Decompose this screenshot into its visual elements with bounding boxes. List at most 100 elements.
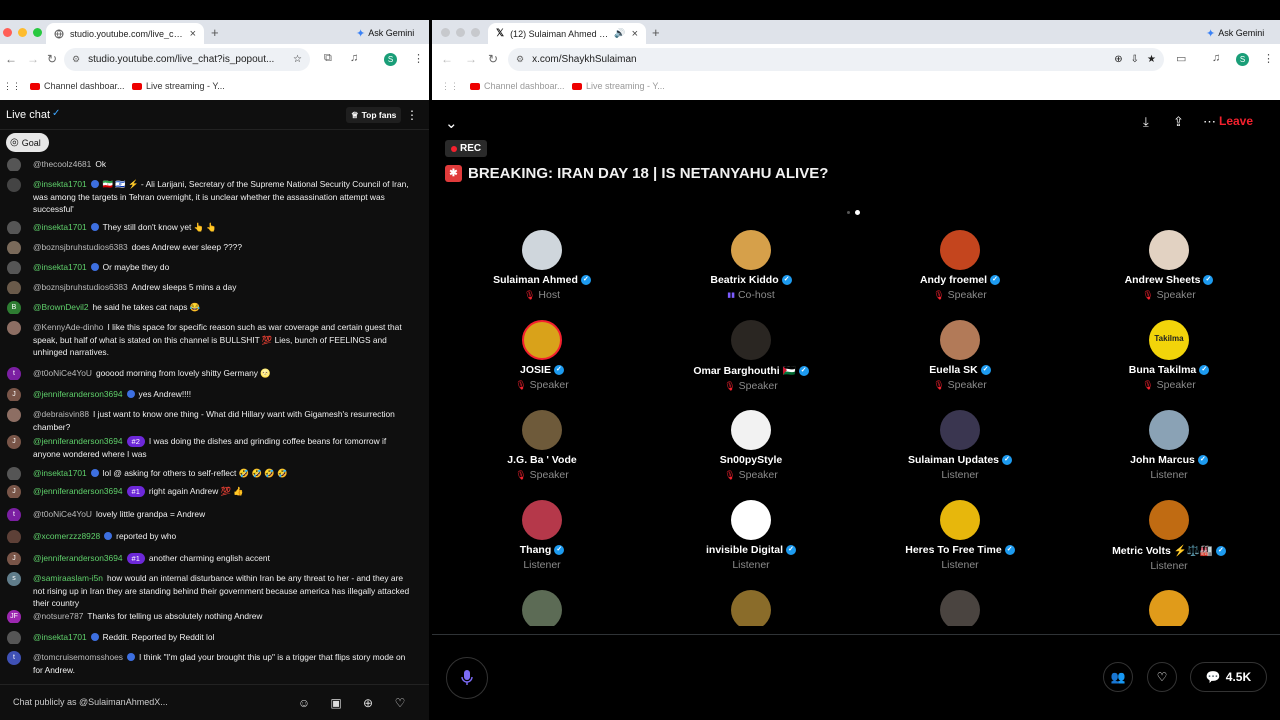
back-icon[interactable]: ← (5, 52, 17, 66)
participant-card[interactable]: Takilma Buna Takilma ✓ 🎙 Speaker (1069, 320, 1269, 391)
reactions-button[interactable]: ♡ (1147, 662, 1177, 692)
avatar[interactable] (940, 410, 980, 450)
zoom-icon[interactable]: ⊕ (1114, 54, 1122, 65)
minimize-window-button[interactable] (18, 28, 27, 37)
close-window-button[interactable] (3, 28, 12, 37)
avatar[interactable] (522, 500, 562, 540)
avatar[interactable] (1149, 590, 1189, 626)
participant-card[interactable]: Andy froemel ✓ 🎙 Speaker (860, 230, 1060, 301)
close-tab-icon[interactable]: × (190, 28, 196, 40)
participant-card[interactable]: Euella SK ✓ 🎙 Speaker (860, 320, 1060, 391)
collapse-chevron-icon[interactable]: ⌄ (445, 114, 458, 132)
chat-message[interactable]: @insekta1701 Or maybe they do (0, 261, 429, 274)
avatar[interactable] (7, 467, 21, 480)
participant-card[interactable]: Metric Volts ⚡⚖️🏭 ✓ Listener (1069, 500, 1269, 572)
tab-youtube-chat[interactable]: studio.youtube.com/live_chat × (46, 23, 204, 44)
message-author[interactable]: @notsure787 (33, 611, 83, 621)
super-chat-icon[interactable]: ▣ (328, 695, 344, 711)
chat-message[interactable]: s @samiraaslam-i5n how would an internal d… (0, 572, 429, 610)
chat-message-list[interactable]: @thecoolz4681 Ok @insekta1701 🇮🇷 🇮🇱 ⚡ - Ali… (0, 158, 429, 678)
chat-message[interactable]: t @tomcruisemomsshoes I think "I'm glad yo… (0, 651, 429, 676)
avatar[interactable]: t (7, 367, 21, 380)
chat-message[interactable]: @KennyAde-dinho I like this space for spe… (0, 321, 429, 359)
heart-icon[interactable]: ♡ (392, 695, 408, 711)
people-button[interactable]: 👥 (1103, 662, 1133, 692)
page-dot-active[interactable] (855, 210, 860, 215)
more-options-icon[interactable]: ⋮ (406, 108, 418, 122)
chat-message[interactable]: B @BrownDevil2 he said he takes cat naps 😂 (0, 301, 429, 314)
chat-message[interactable]: @insekta1701 They still don't know yet 👆 … (0, 221, 429, 234)
avatar[interactable] (522, 230, 562, 270)
avatar[interactable] (522, 410, 562, 450)
more-options-icon[interactable]: ⋯ (1203, 114, 1216, 130)
goal-chip[interactable]: ◎ Goal (6, 133, 49, 152)
chat-message[interactable]: @insekta1701 🇮🇷 🇮🇱 ⚡ - Ali Larijani, Secr… (0, 178, 429, 216)
participant-card[interactable] (1069, 590, 1269, 626)
avatar[interactable]: s (7, 572, 21, 586)
avatar[interactable] (731, 230, 771, 270)
chat-message[interactable]: @thecoolz4681 Ok (0, 158, 429, 171)
message-author[interactable]: @tomcruisemomsshoes (33, 652, 123, 662)
avatar[interactable]: J (7, 552, 21, 565)
message-author[interactable]: @t0oNiCe4YoU (33, 509, 92, 519)
sidebar-icon[interactable]: ▭ (1176, 52, 1186, 65)
message-author[interactable]: @insekta1701 (33, 468, 87, 478)
chat-message[interactable]: t @t0oNiCe4YoU lovely little grandpa = And… (0, 508, 429, 521)
chat-message[interactable]: @boznsjbruhstudios6383 does Andrew ever s… (0, 241, 429, 254)
avatar[interactable]: B (7, 301, 21, 314)
message-author[interactable]: @xcomerzzz8928 (33, 531, 100, 541)
message-author[interactable]: @BrownDevil2 (33, 302, 89, 312)
message-author[interactable]: @insekta1701 (33, 632, 87, 642)
avatar[interactable] (522, 590, 562, 626)
avatar[interactable] (7, 178, 21, 192)
participant-card[interactable] (442, 590, 642, 626)
profile-avatar[interactable]: S (384, 53, 397, 66)
chat-message[interactable]: J @jenniferanderson3694 yes Andrew!!!! (0, 388, 429, 401)
apps-grid-icon[interactable]: ⋮⋮ (3, 81, 21, 92)
avatar[interactable]: J (7, 388, 21, 401)
apps-grid-icon[interactable]: ⋮⋮ (441, 81, 459, 92)
minimize-space-icon[interactable]: ⤓ (1143, 114, 1149, 130)
avatar[interactable] (940, 590, 980, 626)
avatar[interactable] (1149, 230, 1189, 270)
message-author[interactable]: @samiraaslam-i5n (33, 573, 103, 583)
bookmark-star-icon[interactable]: ☆ (293, 54, 302, 65)
message-author[interactable]: @jenniferanderson3694 (33, 436, 123, 446)
avatar[interactable] (522, 320, 562, 360)
avatar[interactable] (940, 230, 980, 270)
bookmark-star-icon[interactable]: ★ (1147, 54, 1156, 65)
avatar[interactable]: J (7, 435, 21, 449)
chat-message[interactable]: @insekta1701 lol @ asking for others to s… (0, 467, 429, 480)
message-author[interactable]: @jenniferanderson3694 (33, 486, 123, 496)
top-fans-button[interactable]: ♕ Top fans (346, 107, 402, 123)
ask-gemini-button[interactable]: ✦ Ask Gemini (356, 25, 414, 41)
chat-message[interactable]: @debraisvin88 I just want to know one thi… (0, 408, 429, 433)
avatar[interactable] (7, 261, 21, 274)
minimize-window-button[interactable] (456, 28, 465, 37)
avatar[interactable] (940, 500, 980, 540)
avatar[interactable] (7, 158, 21, 171)
participant-card[interactable] (860, 590, 1060, 626)
avatar[interactable] (7, 241, 21, 254)
back-icon[interactable]: ← (441, 52, 453, 66)
url-field[interactable]: ⚙ x.com/ShaykhSulaiman ⊕ ⇩ ★ (508, 48, 1164, 71)
install-icon[interactable]: ⇩ (1131, 54, 1139, 65)
message-author[interactable]: @jenniferanderson3694 (33, 389, 123, 399)
chat-message[interactable]: J @jenniferanderson3694 #1 another charming… (0, 552, 429, 565)
chat-message[interactable]: @boznsjbruhstudios6383 Andrew sleeps 5 mi… (0, 281, 429, 294)
avatar[interactable] (7, 221, 21, 234)
reload-icon[interactable]: ↻ (488, 52, 498, 66)
message-author[interactable]: @thecoolz4681 (33, 159, 91, 169)
page-dot[interactable] (847, 211, 850, 214)
mic-button[interactable] (446, 657, 488, 699)
listener-count-button[interactable]: 💬 4.5K (1190, 662, 1267, 692)
avatar[interactable] (731, 320, 771, 360)
avatar[interactable] (731, 590, 771, 626)
avatar[interactable] (7, 281, 21, 294)
chat-message[interactable]: J @jenniferanderson3694 #2 I was doing the … (0, 435, 429, 460)
share-icon[interactable]: ⇪ (1173, 114, 1184, 130)
participant-card[interactable]: Andrew Sheets ✓ 🎙 Speaker (1069, 230, 1269, 301)
screen-share-icon[interactable]: ⧉ (324, 52, 332, 65)
close-window-button[interactable] (441, 28, 450, 37)
chat-message[interactable]: J @jenniferanderson3694 #1 right again Andr… (0, 485, 429, 498)
